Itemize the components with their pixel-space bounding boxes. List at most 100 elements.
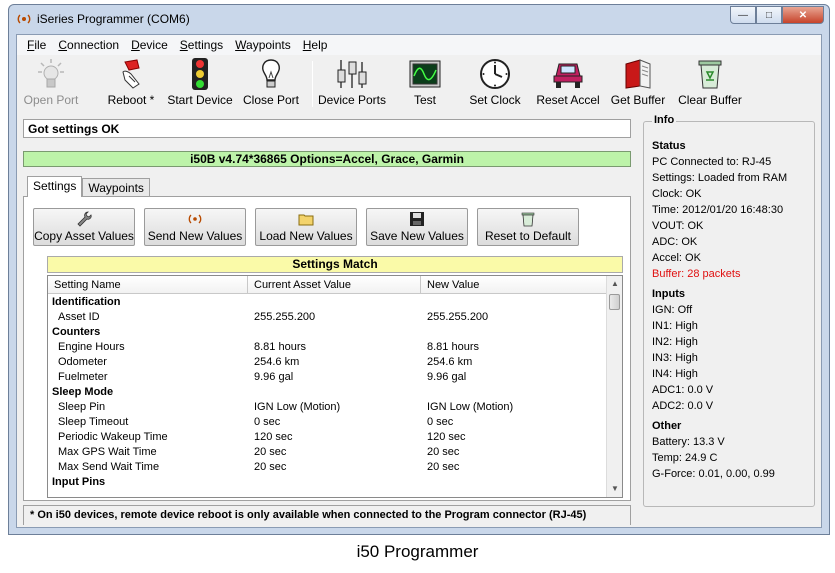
group-row[interactable]: Sleep Mode: [48, 385, 608, 400]
info-line: IN3: High: [652, 352, 698, 364]
copy-asset-values-button[interactable]: Copy Asset Values: [33, 208, 135, 246]
table-row[interactable]: Asset ID 255.255.200 255.255.200: [48, 310, 608, 325]
new-value-cell[interactable]: 0 sec: [421, 415, 608, 430]
lightbulb-on-icon: [38, 59, 64, 88]
current-value-cell: 120 sec: [254, 431, 293, 443]
table-row[interactable]: Max Send Wait Time 20 sec 20 sec: [48, 460, 608, 475]
menu-item-settings[interactable]: Settings: [174, 38, 229, 52]
menu-label-rest: evice: [139, 38, 168, 52]
save-new-values-button[interactable]: Save New Values: [366, 208, 468, 246]
table-row[interactable]: Sleep Pin IGN Low (Motion) IGN Low (Motion…: [48, 400, 608, 415]
test-button[interactable]: Test: [405, 57, 445, 111]
info-line: G-Force: 0.01, 0.00, 0.99: [652, 468, 775, 480]
clear-buffer-button[interactable]: Clear Buffer: [677, 57, 743, 111]
reset-to-default-button[interactable]: Reset to Default: [477, 208, 579, 246]
table-row[interactable]: Periodic Wakeup Time 120 sec 120 sec: [48, 430, 608, 445]
set-clock-button[interactable]: Set Clock: [467, 57, 523, 111]
menu-item-device[interactable]: Device: [125, 38, 174, 52]
column-header-setting-name[interactable]: Setting Name: [48, 276, 248, 293]
setting-name-cell: Asset ID: [58, 311, 100, 323]
recycle-bin-icon: [698, 60, 722, 89]
open-port-label: Open Port: [23, 93, 79, 107]
grid-body: Identification Asset ID 255.255.200 255.255…: [48, 295, 608, 490]
new-value-cell[interactable]: 120 sec: [421, 430, 608, 445]
send-new-values-button[interactable]: Send New Values: [144, 208, 246, 246]
group-row[interactable]: Identification: [48, 295, 608, 310]
start-device-button[interactable]: Start Device: [167, 57, 233, 111]
column-header-new-value[interactable]: New Value: [421, 276, 608, 293]
grid-header: Setting Name Current Asset Value New Val…: [48, 276, 608, 294]
info-legend: Info: [652, 114, 677, 126]
close-port-button[interactable]: Close Port: [241, 57, 301, 111]
group-row[interactable]: Input Pins: [48, 475, 608, 490]
reboot-label: Reboot *: [107, 93, 155, 107]
new-value-cell[interactable]: 8.81 hours: [421, 340, 608, 355]
info-line: ADC: OK: [652, 236, 698, 248]
menu-item-waypoints[interactable]: Waypoints: [229, 38, 297, 52]
reboot-hand-icon: [122, 59, 140, 89]
table-row[interactable]: Fuelmeter 9.96 gal 9.96 gal: [48, 370, 608, 385]
menu-item-help[interactable]: Help: [297, 38, 334, 52]
send-new-values-label: Send New Values: [147, 229, 243, 243]
load-new-values-button[interactable]: Load New Values: [255, 208, 357, 246]
setting-name-cell: Max GPS Wait Time: [58, 446, 157, 458]
setting-name-cell: Periodic Wakeup Time: [58, 431, 168, 443]
new-value-cell[interactable]: 255.255.200: [421, 310, 608, 325]
menu-item-connection[interactable]: Connection: [52, 38, 125, 52]
wrench-icon: [77, 211, 92, 227]
new-value-cell[interactable]: [421, 475, 608, 490]
close-window-button[interactable]: ✕: [782, 6, 824, 24]
scroll-up-arrow-icon[interactable]: ▲: [607, 276, 622, 292]
group-row[interactable]: Counters: [48, 325, 608, 340]
setting-name-cell: Odometer: [58, 356, 107, 368]
info-line: Buffer: 28 packets: [652, 268, 741, 280]
clock-icon: [480, 59, 510, 89]
table-row[interactable]: Odometer 254.6 km 254.6 km: [48, 355, 608, 370]
antenna-icon: [17, 14, 31, 24]
new-value-cell[interactable]: [421, 325, 608, 340]
minimize-button[interactable]: —: [730, 6, 756, 24]
maximize-button[interactable]: □: [756, 6, 782, 24]
reset-to-default-label: Reset to Default: [484, 229, 572, 243]
column-header-current-value[interactable]: Current Asset Value: [248, 276, 421, 293]
setting-name-cell: Max Send Wait Time: [58, 461, 160, 473]
open-port-button[interactable]: Open Port: [23, 57, 79, 111]
minimize-icon: —: [738, 9, 748, 21]
table-row[interactable]: Engine Hours 8.81 hours 8.81 hours: [48, 340, 608, 355]
new-value-cell[interactable]: 20 sec: [421, 445, 608, 460]
version-banner: i50B v4.74*36865 Options=Accel, Grace, G…: [23, 151, 631, 167]
tab-waypoints[interactable]: Waypoints: [82, 178, 150, 196]
new-value-cell[interactable]: 20 sec: [421, 460, 608, 475]
new-value-cell[interactable]: 254.6 km: [421, 355, 608, 370]
info-line: Battery: 13.3 V: [652, 436, 725, 448]
tab-settings[interactable]: Settings: [27, 176, 83, 197]
new-value-cell[interactable]: [421, 295, 608, 310]
new-value-cell[interactable]: [421, 385, 608, 400]
reset-accel-button[interactable]: Reset Accel: [535, 57, 601, 111]
menu-label-rest: ettings: [187, 38, 224, 52]
new-value-cell[interactable]: 9.96 gal: [421, 370, 608, 385]
current-value-cell: [248, 385, 421, 400]
menu-label-rest: onnection: [67, 38, 120, 52]
reboot-button[interactable]: Reboot *: [101, 57, 161, 111]
get-buffer-button[interactable]: Get Buffer: [609, 57, 667, 111]
device-ports-button[interactable]: Device Ports: [317, 57, 387, 111]
clear-buffer-label: Clear Buffer: [678, 93, 742, 107]
setting-name-cell: Counters: [52, 326, 101, 338]
device-ports-label: Device Ports: [317, 93, 387, 107]
client-area: File Connection Device Settings Waypoints Hel…: [16, 34, 822, 528]
ports-icon: [337, 60, 367, 88]
new-value-cell[interactable]: IGN Low (Motion): [421, 400, 608, 415]
scroll-thumb[interactable]: [609, 294, 620, 310]
menu-accelerator: D: [131, 38, 140, 52]
table-row[interactable]: Sleep Timeout 0 sec 0 sec: [48, 415, 608, 430]
title-bar[interactable]: iSeries Programmer (COM6) — □ ✕: [9, 5, 829, 33]
floppy-disk-icon: [410, 212, 424, 226]
table-row[interactable]: Max GPS Wait Time 20 sec 20 sec: [48, 445, 608, 460]
scroll-down-arrow-icon[interactable]: ▼: [607, 481, 622, 497]
menu-item-file[interactable]: File: [21, 38, 52, 52]
status-message: Got settings OK: [23, 119, 631, 138]
lightbulb-off-icon: [262, 59, 280, 88]
grid-scrollbar[interactable]: ▲ ▼: [606, 276, 622, 497]
book-icon: [625, 59, 651, 89]
